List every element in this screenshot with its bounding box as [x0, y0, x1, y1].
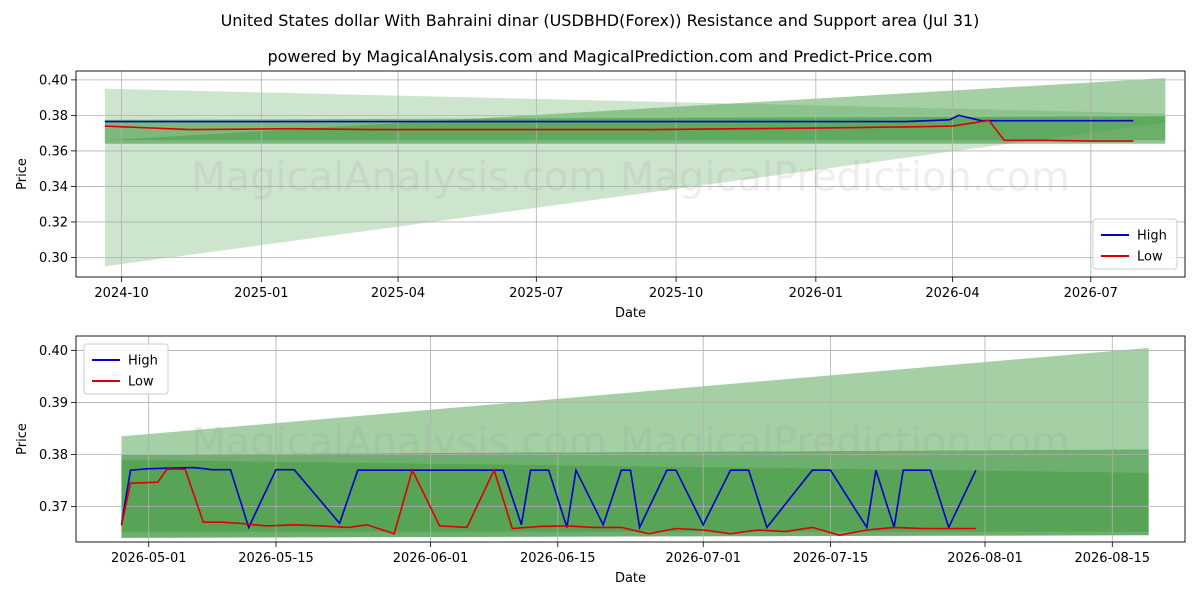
x-tick-label: 2025-01	[234, 286, 288, 301]
y-tick-label: 0.34	[39, 180, 68, 195]
legend-label-high: High	[128, 354, 158, 369]
x-tick-label: 2026-07	[1064, 286, 1118, 301]
top-panel: 2024-10 2025-01 2025-04 2025-07 2025-10 2026-…	[15, 70, 1186, 321]
x-tick-label: 2026-05-15	[238, 551, 314, 566]
y-tick-label: 0.39	[39, 396, 68, 411]
y-tick-label: 0.40	[39, 73, 68, 88]
x-tick-label: 2026-07-01	[665, 551, 741, 566]
x-axis-label: Date	[615, 306, 646, 321]
y-tick-label: 0.40	[39, 344, 68, 359]
legend-label-low: Low	[1137, 250, 1163, 265]
x-tick-label: 2026-04	[925, 286, 979, 301]
y-tick-label: 0.30	[39, 251, 68, 266]
chart-subtitle: powered by MagicalAnalysis.com and Magic…	[267, 47, 932, 66]
watermark-text: MagicalAnalysis.com MagicalPrediction.co…	[191, 419, 1070, 465]
x-tick-label: 2026-06-15	[520, 551, 596, 566]
x-tick-label: 2026-05-01	[111, 551, 187, 566]
x-tick-label: 2026-01	[789, 286, 843, 301]
x-tick-label: 2025-10	[649, 286, 703, 301]
legend-box	[83, 343, 169, 395]
x-tick-label: 2026-06-01	[393, 551, 469, 566]
y-axis-label: Price	[15, 158, 30, 190]
x-tick-label: 2026-08-01	[947, 551, 1023, 566]
chart-canvas: United States dollar With Bahraini dinar…	[15, 11, 1186, 586]
y-tick-label: 0.38	[39, 109, 68, 124]
legend-label-high: High	[1137, 229, 1167, 244]
x-tick-label: 2025-04	[371, 286, 425, 301]
watermark-text: MagicalAnalysis.com MagicalPrediction.co…	[191, 154, 1070, 200]
x-tick-label: 2025-07	[509, 286, 563, 301]
y-tick-label: 0.37	[39, 500, 68, 515]
x-tick-label: 2026-07-15	[793, 551, 869, 566]
bottom-panel: 2026-05-01 2026-05-15 2026-06-01 2026-06-15…	[15, 335, 1186, 586]
x-tick-label: 2026-08-15	[1074, 551, 1150, 566]
x-tick-label: 2024-10	[94, 286, 148, 301]
x-axis-label: Date	[615, 571, 646, 586]
chart-title: United States dollar With Bahraini dinar…	[221, 11, 980, 30]
y-tick-label: 0.36	[39, 144, 68, 159]
legend-label-low: Low	[128, 375, 154, 390]
y-tick-label: 0.38	[39, 448, 68, 463]
y-axis-label: Price	[15, 423, 30, 455]
legend-box	[1092, 218, 1178, 270]
y-tick-label: 0.32	[39, 215, 68, 230]
